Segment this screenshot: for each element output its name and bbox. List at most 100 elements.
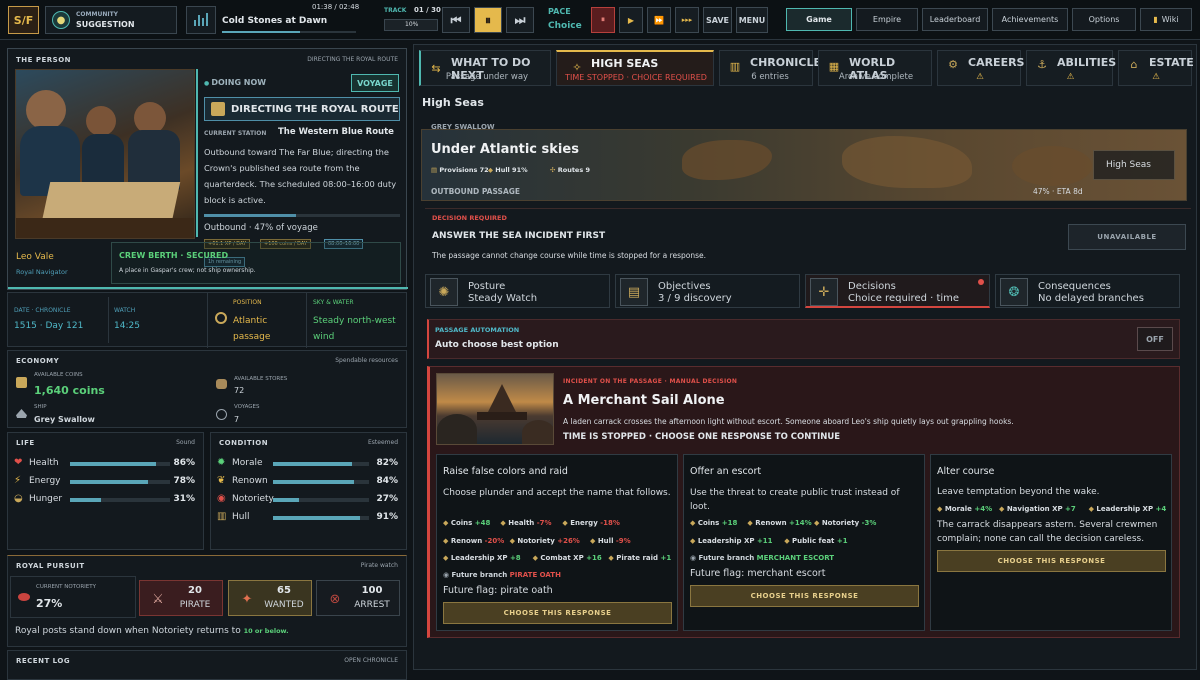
logo[interactable]: S/F: [8, 6, 39, 34]
track-progress[interactable]: [222, 31, 356, 33]
summary-posture[interactable]: ✺ Posture Steady Watch: [425, 274, 610, 308]
pursuit-level-wanted: ✦ 65 WANTED: [228, 580, 312, 616]
option-result-alter-course: The carrack disappears astern. Several c…: [937, 520, 1158, 544]
future-flag-raid: Future flag: pirate oath: [443, 585, 553, 596]
effect-chip: ◆ Leadership XP +11: [690, 537, 773, 545]
tab-what-to-do-next[interactable]: ⇆ WHAT TO DO NEXT Passage under way: [419, 50, 551, 86]
stores-icon: [216, 379, 227, 389]
condition-stat-bar: [273, 480, 369, 484]
pace-pause-button[interactable]: ⏸: [591, 7, 615, 33]
nav-tab-options[interactable]: Options: [1072, 8, 1136, 31]
pace-label: PACE: [548, 7, 571, 16]
save-button[interactable]: SAVE: [703, 7, 732, 33]
condition-stat-bar: [273, 516, 369, 520]
ship-value: Grey Swallow: [34, 415, 95, 424]
voyages-label: VOYAGES: [234, 404, 260, 410]
book-icon: ▮: [1153, 15, 1158, 24]
choose-escort-button[interactable]: CHOOSE THIS RESPONSE: [690, 585, 919, 607]
track-label: TRACK: [384, 7, 407, 14]
crew-berth-box: [111, 242, 401, 284]
alert-dot: [978, 279, 984, 285]
scroll-icon: ▤: [620, 278, 648, 306]
condition-stat-value: 91%: [376, 512, 398, 522]
nav-tab-empire[interactable]: Empire: [856, 8, 918, 31]
life-header-right: Sound: [176, 439, 195, 446]
decision-desc: The passage cannot change course while t…: [432, 251, 707, 260]
equalizer-icon[interactable]: [186, 6, 216, 34]
nav-tab-achievements[interactable]: Achievements: [992, 8, 1068, 31]
pace-fast-button[interactable]: ⏩: [647, 7, 671, 33]
life-stat-value: 86%: [173, 458, 195, 468]
life-panel: LIFE Sound ❤ Health 86% ⚡ Energy 78% ◒ Hunger 31…: [7, 432, 204, 550]
effect-chip: ◆ Public feat +1: [784, 537, 848, 545]
summary-decisions[interactable]: ✛ Decisions Choice required · time: [805, 274, 990, 308]
automation-title: Auto choose best option: [435, 340, 559, 350]
tab-world-atlas[interactable]: ▦ WORLD ATLAS Archive complete: [818, 50, 932, 86]
summary-consequences[interactable]: ❂ Consequences No delayed branches: [995, 274, 1180, 308]
ship-icon: [16, 409, 27, 418]
pace-play-button[interactable]: ▶: [619, 7, 643, 33]
eye-icon: [18, 593, 30, 601]
nav-tab-leaderboard[interactable]: Leaderboard: [922, 8, 988, 31]
station-label: CURRENT STATION: [204, 130, 267, 137]
incident-label: INCIDENT ON THE PASSAGE · MANUAL DECISIO…: [563, 378, 738, 385]
stores-value: 72: [234, 386, 245, 395]
tab-abilities[interactable]: ⚓ ABILITIES ⚠: [1026, 50, 1116, 86]
top-bar: S/F ● COMMUNITY SUGGESTION 01:38 / 02:48…: [0, 0, 1200, 40]
high-seas-chip[interactable]: High Seas: [1093, 150, 1175, 180]
automation-toggle[interactable]: OFF: [1137, 327, 1173, 351]
sky-value: Steady north-west wind: [313, 316, 396, 342]
voyages-value: 7: [234, 415, 240, 424]
summary-objectives[interactable]: ▤ Objectives 3 / 9 discovery: [615, 274, 800, 308]
decision-title: ANSWER THE SEA INCIDENT FIRST: [432, 231, 606, 241]
bolt-icon: ⚡: [14, 475, 22, 486]
person-footer-line: [8, 287, 408, 289]
previous-track-button[interactable]: ⏮: [442, 7, 470, 33]
anchor-icon: ⚓: [1037, 57, 1047, 71]
volume-slider[interactable]: 10%: [384, 19, 438, 31]
menu-button[interactable]: MENU: [736, 7, 768, 33]
person-header-right: DIRECTING THE ROYAL ROUTE: [307, 56, 398, 63]
tab-estate[interactable]: ⌂ ESTATE ⚠: [1118, 50, 1194, 86]
provisions-stat: ▤ Provisions 72: [431, 166, 489, 174]
option-desc-alter-course: Leave temptation beyond the wake.: [937, 487, 1100, 497]
person-panel: THE PERSON DIRECTING THE ROYAL ROUTE Leo…: [7, 48, 408, 290]
volume-value: 10%: [405, 21, 419, 28]
condition-stat-bar: [273, 462, 369, 466]
open-chronicle-link[interactable]: OPEN CHRONICLE: [344, 657, 398, 664]
automation-box: [427, 319, 1180, 359]
effect-chip: ◆ Navigation XP +7: [999, 505, 1076, 513]
effect-chip: ◆ Renown +14%: [747, 519, 812, 527]
recent-log-header: RECENT LOG: [16, 657, 71, 665]
doing-now-label: ● DOING NOW: [204, 78, 267, 87]
doing-now-accent: [196, 69, 198, 237]
tab-high-seas[interactable]: ✧ HIGH SEAS TIME STOPPED · CHOICE REQUIR…: [556, 50, 714, 86]
option-title-raid: Raise false colors and raid: [443, 466, 568, 477]
condition-header-right: Esteemed: [368, 439, 398, 446]
life-stat-energy: ⚡ Energy 78%: [14, 475, 199, 489]
next-track-button[interactable]: ⏭: [506, 7, 534, 33]
life-stat-bar: [70, 498, 170, 502]
portrait: [15, 69, 195, 239]
choose-alter-course-button[interactable]: CHOOSE THIS RESPONSE: [937, 550, 1166, 572]
info-row: DATE · CHRONICLE 1515 · Day 121 WATCH 14…: [7, 292, 407, 348]
time-readout: 01:38 / 02:48: [312, 3, 360, 11]
economy-header: ECONOMY: [16, 357, 60, 365]
compass-icon: [211, 102, 225, 116]
pursuit-note: Royal posts stand down when Notoriety re…: [15, 626, 289, 636]
life-header: LIFE: [16, 439, 35, 447]
nav-tab-wiki[interactable]: ▮ Wiki: [1140, 8, 1192, 31]
choose-raid-button[interactable]: CHOOSE THIS RESPONSE: [443, 602, 672, 624]
nav-tab-game[interactable]: Game: [786, 8, 852, 31]
activity-label: DIRECTING THE ROYAL ROUTE: [231, 103, 399, 115]
high-seas-title: High Seas: [422, 96, 484, 109]
pause-button[interactable]: ⏸: [474, 7, 502, 33]
effect-chip: ◆ Renown -20%: [443, 537, 505, 545]
community-suggestion-button[interactable]: ● COMMUNITY SUGGESTION: [45, 6, 177, 34]
notoriety-value: 27%: [36, 597, 63, 610]
tab-careers[interactable]: ⚙ CAREERS ⚠: [937, 50, 1024, 86]
pace-fastest-button[interactable]: ▸▸▸: [675, 7, 699, 33]
tab-chronicle[interactable]: ▥ CHRONICLE 6 entries: [719, 50, 821, 86]
condition-stat-value: 27%: [376, 494, 398, 504]
unavailable-button[interactable]: UNAVAILABLE: [1068, 224, 1186, 250]
